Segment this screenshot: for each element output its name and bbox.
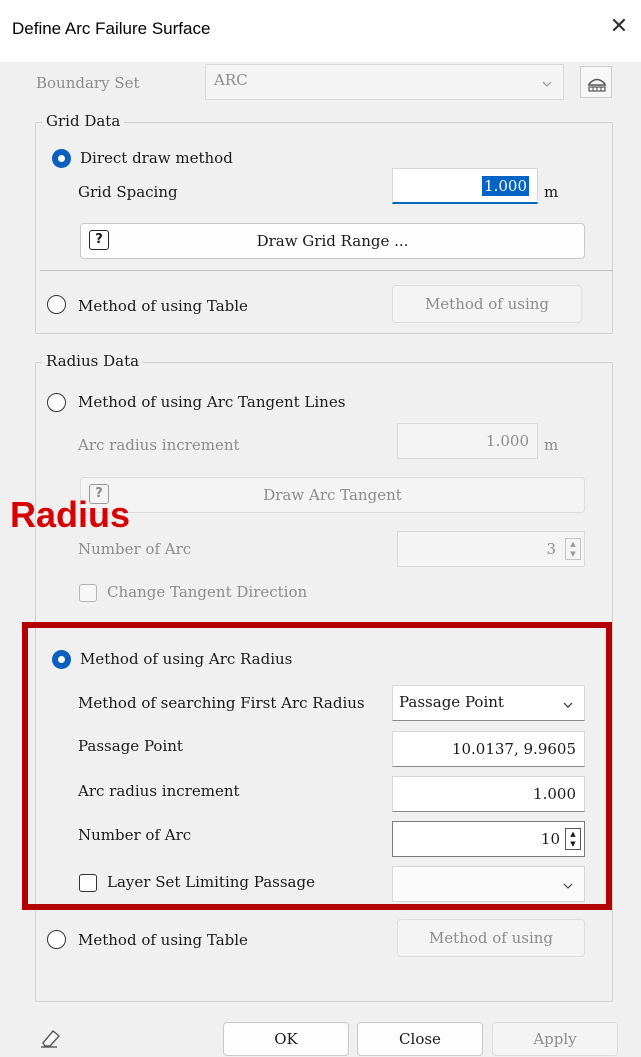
title-bar: Define Arc Failure Surface ✕ [0, 0, 641, 62]
layer-set-label: Layer Set Limiting Passage [107, 873, 315, 891]
tangent-number-value: 3 [546, 540, 556, 558]
passage-point-input[interactable]: 10.0137, 9.9605 [392, 731, 585, 767]
grid-table-label: Method of using Table [78, 297, 248, 315]
boundary-set-icon [588, 78, 606, 92]
tangent-increment-label: Arc radius increment [78, 436, 240, 454]
layer-set-select[interactable] [392, 866, 585, 902]
search-first-label: Method of searching First Arc Radius [78, 694, 365, 712]
divider [40, 270, 613, 271]
boundary-set-button[interactable] [580, 66, 612, 98]
tangent-method-radio[interactable] [47, 393, 66, 412]
arc-radius-label: Method of using Arc Radius [80, 650, 293, 668]
chevron-down-icon [563, 702, 573, 708]
draw-grid-range-label: Draw Grid Range ... [256, 232, 409, 250]
grid-spacing-unit: m [544, 183, 559, 201]
ok-button[interactable]: OK [223, 1022, 349, 1056]
window-title: Define Arc Failure Surface [12, 19, 211, 38]
spin-down-icon: ▼ [570, 840, 576, 848]
grid-table-button[interactable]: Method of using [392, 285, 582, 323]
grid-spacing-value: 1.000 [482, 176, 529, 196]
boundary-set-label: Boundary Set [36, 74, 140, 92]
number-of-arc-spinner[interactable]: ▲ ▼ [565, 828, 581, 850]
grid-spacing-input[interactable]: 1.000 [392, 168, 538, 204]
boundary-set-value: ARC [214, 71, 248, 89]
annotation-label: Radius [10, 494, 131, 535]
spin-up-icon: ▲ [570, 830, 576, 838]
grid-table-radio[interactable] [47, 295, 66, 314]
grid-spacing-label: Grid Spacing [78, 183, 178, 201]
change-direction-checkbox[interactable] [79, 584, 97, 602]
number-of-arc-input[interactable]: 10 [392, 821, 585, 857]
close-icon[interactable]: ✕ [606, 14, 632, 40]
help-icon: ? [89, 230, 109, 250]
number-of-arc-label: Number of Arc [78, 826, 192, 844]
eraser-button[interactable] [37, 1027, 71, 1057]
search-first-value: Passage Point [399, 693, 504, 711]
radius-table-button[interactable]: Method of using [397, 919, 585, 957]
apply-button[interactable]: Apply [492, 1022, 618, 1056]
spin-down-icon: ▼ [570, 550, 576, 558]
radius-table-label: Method of using Table [78, 931, 248, 949]
number-of-arc-value: 10 [540, 830, 560, 848]
change-direction-label: Change Tangent Direction [107, 583, 308, 601]
radius-increment-label: Arc radius increment [78, 782, 240, 800]
tangent-number-spinner[interactable]: ▲ ▼ [565, 538, 581, 560]
draw-grid-range-button[interactable]: ? Draw Grid Range ... [80, 223, 585, 259]
direct-draw-radio[interactable] [52, 149, 71, 168]
search-first-select[interactable]: Passage Point [392, 685, 585, 721]
radius-increment-input[interactable]: 1.000 [392, 776, 585, 812]
tangent-increment-unit: m [544, 436, 559, 454]
layer-set-checkbox[interactable] [79, 874, 97, 892]
tangent-number-input[interactable]: 3 [397, 531, 585, 567]
close-button[interactable]: Close [357, 1022, 483, 1056]
chevron-down-icon [542, 81, 552, 87]
chevron-down-icon [563, 883, 573, 889]
draw-arc-tangent-button[interactable]: ? Draw Arc Tangent [80, 477, 585, 513]
tangent-number-label: Number of Arc [78, 540, 192, 558]
draw-arc-tangent-label: Draw Arc Tangent [263, 486, 402, 504]
tangent-increment-input[interactable]: 1.000 [397, 423, 538, 459]
radius-table-radio[interactable] [47, 930, 66, 949]
tangent-method-label: Method of using Arc Tangent Lines [78, 393, 346, 411]
spin-up-icon: ▲ [570, 540, 576, 548]
grid-data-title: Grid Data [42, 112, 125, 130]
passage-point-label: Passage Point [78, 737, 183, 755]
direct-draw-label: Direct draw method [80, 149, 233, 167]
radius-data-title: Radius Data [42, 352, 144, 370]
eraser-icon [41, 1030, 61, 1048]
arc-radius-radio[interactable] [52, 650, 71, 669]
boundary-set-select[interactable]: ARC [205, 64, 564, 100]
